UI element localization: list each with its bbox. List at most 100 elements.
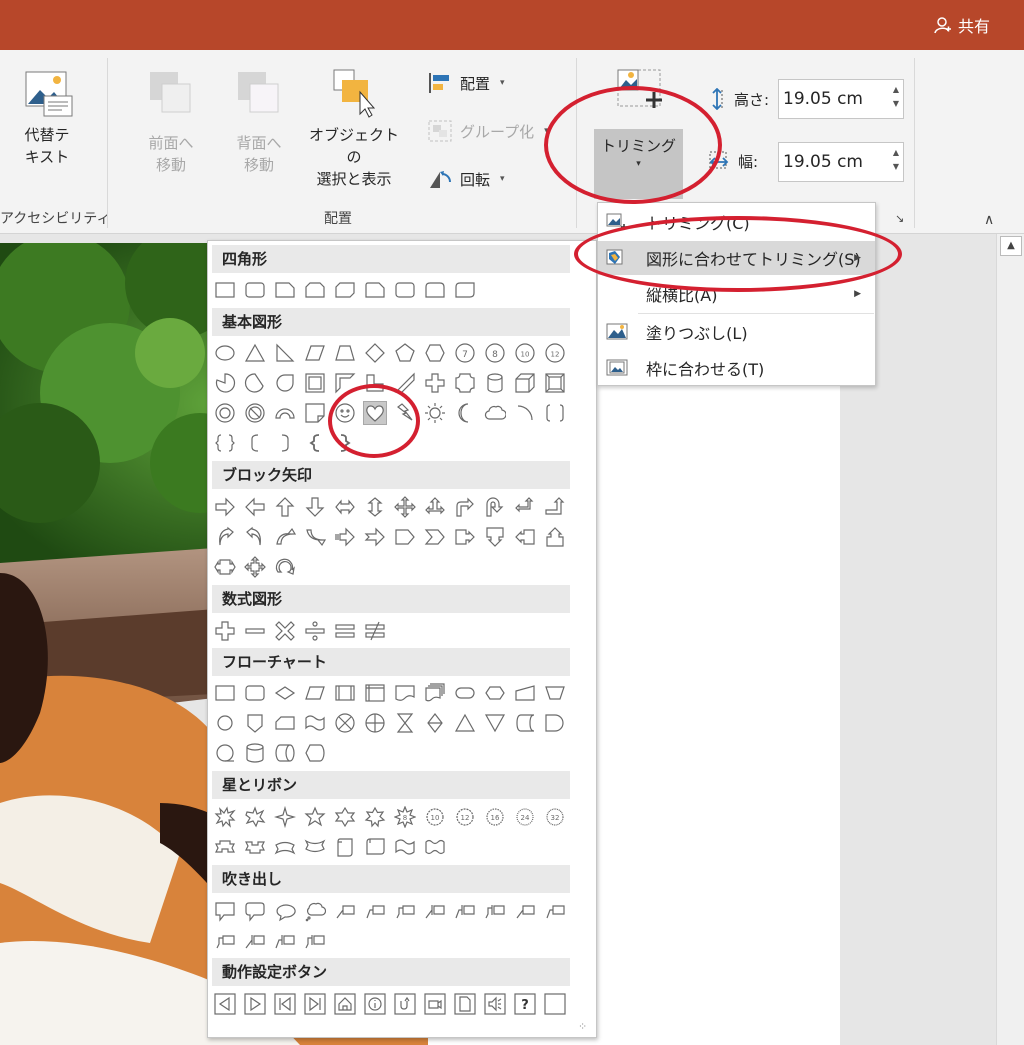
shape-action-button-sound[interactable]: [484, 993, 506, 1015]
shape-bent-arrow[interactable]: [454, 496, 476, 518]
shape-can[interactable]: [484, 372, 506, 394]
shape-curved-down-arrow[interactable]: [304, 526, 326, 548]
shape-plaque[interactable]: [454, 372, 476, 394]
shape-action-button-beginning[interactable]: [274, 993, 296, 1015]
shape-cloud-callout[interactable]: [304, 900, 326, 922]
send-backward-button[interactable]: 背面へ 移動: [222, 132, 296, 176]
shape-ribbon-down[interactable]: [244, 836, 266, 858]
shape-rounded-rectangular-callout[interactable]: [244, 900, 266, 922]
shape-explosion-1[interactable]: [214, 806, 236, 828]
shape-up-arrow[interactable]: [274, 496, 296, 518]
shape-flowchart-manual-operation[interactable]: [544, 682, 566, 704]
shape-flowchart-alternate-process[interactable]: [244, 682, 266, 704]
shape-cross[interactable]: [424, 372, 446, 394]
shape-chord[interactable]: [244, 372, 266, 394]
shape-plus-sign[interactable]: [214, 620, 236, 642]
shape-down-arrow[interactable]: [304, 496, 326, 518]
shape-donut[interactable]: [214, 402, 236, 424]
shape-action-button-back[interactable]: [214, 993, 236, 1015]
shape-flowchart-merge[interactable]: [484, 712, 506, 734]
shape-heptagon[interactable]: 7: [454, 342, 476, 364]
shape-minus-sign[interactable]: [244, 620, 266, 642]
shape-flowchart-manual-input[interactable]: [514, 682, 536, 704]
shape-chevron[interactable]: [424, 526, 446, 548]
shape-oval-callout[interactable]: [274, 900, 296, 922]
shape-star-5-point[interactable]: [304, 806, 326, 828]
shape-curved-right-arrow[interactable]: [214, 526, 236, 548]
shape-frame[interactable]: [304, 372, 326, 394]
shape-ribbon-up[interactable]: [214, 836, 236, 858]
shape-line-callout-3-border[interactable]: [214, 930, 236, 952]
shape-flowchart-display[interactable]: [304, 742, 326, 764]
size-dialog-launcher[interactable]: ↘: [895, 212, 904, 225]
shape-flowchart-multidocument[interactable]: [424, 682, 446, 704]
shape-cloud[interactable]: [484, 402, 506, 424]
shape-star-32-point[interactable]: 32: [544, 806, 566, 828]
shape-line-callout-2-accent-bar[interactable]: [454, 900, 476, 922]
resize-grip-icon[interactable]: ⁘: [578, 1020, 587, 1033]
shape-right-bracket[interactable]: [274, 432, 296, 454]
shape-cube[interactable]: [514, 372, 536, 394]
group-button[interactable]: グループ化 ▾: [428, 120, 549, 142]
shape-not-equal-sign[interactable]: [364, 620, 386, 642]
shape-double-bracket[interactable]: [544, 402, 566, 424]
shape-snip-corner-rectangle[interactable]: [274, 279, 296, 301]
shape-flowchart-card[interactable]: [274, 712, 296, 734]
alt-text-button[interactable]: 代替テ キスト: [14, 124, 80, 168]
selection-pane-button[interactable]: オブジェクトの 選択と表示: [306, 124, 402, 190]
shape-curved-ribbon-down[interactable]: [304, 836, 326, 858]
shape-flowchart-direct-access-storage[interactable]: [274, 742, 296, 764]
shape-snip-diagonal-rectangle[interactable]: [334, 279, 356, 301]
shape-curved-up-arrow[interactable]: [274, 526, 296, 548]
shape-snip-same-side-rectangle[interactable]: [304, 279, 326, 301]
rotate-button[interactable]: 回転 ▾: [428, 168, 505, 190]
shape-flowchart-delay[interactable]: [544, 712, 566, 734]
shape-arc[interactable]: [514, 402, 536, 424]
scroll-up-button[interactable]: ▲: [1000, 236, 1022, 256]
share-button[interactable]: 共有: [934, 13, 990, 37]
vertical-scrollbar[interactable]: [996, 234, 1024, 1045]
shape-line-callout-2-accent-border[interactable]: [274, 930, 296, 952]
shape-left-right-arrow-callout[interactable]: [214, 556, 236, 578]
shape-flowchart-summing-junction[interactable]: [334, 712, 356, 734]
shape-star-16-point[interactable]: 16: [484, 806, 506, 828]
shape-line-callout-2[interactable]: [364, 900, 386, 922]
shape-equal-sign[interactable]: [334, 620, 356, 642]
shape-star-24-point[interactable]: 24: [514, 806, 536, 828]
shape-circular-arrow[interactable]: [274, 556, 296, 578]
shape-decagon[interactable]: 10: [514, 342, 536, 364]
shape-wave[interactable]: [394, 836, 416, 858]
shape-rectangular-callout[interactable]: [214, 900, 236, 922]
shape-right-arrow[interactable]: [214, 496, 236, 518]
shape-star-4-point[interactable]: [274, 806, 296, 828]
shape-snip-round-rectangle[interactable]: [364, 279, 386, 301]
shape-action-button-end[interactable]: [304, 993, 326, 1015]
shape-parallelogram[interactable]: [304, 342, 326, 364]
shape-action-button-information[interactable]: [364, 993, 386, 1015]
shape-action-button-forward[interactable]: [244, 993, 266, 1015]
shape-pentagon-arrow[interactable]: [394, 526, 416, 548]
shape-flowchart-internal-storage[interactable]: [364, 682, 386, 704]
shape-quad-arrow[interactable]: [394, 496, 416, 518]
shape-multiply-sign[interactable]: [274, 620, 296, 642]
shape-u-turn-arrow[interactable]: [484, 496, 506, 518]
shape-down-arrow-callout[interactable]: [484, 526, 506, 548]
shape-star-8-point[interactable]: 8: [394, 806, 416, 828]
shape-no-symbol[interactable]: [244, 402, 266, 424]
align-button[interactable]: 配置 ▾: [428, 72, 505, 94]
shape-line-callout-1-accent-border[interactable]: [244, 930, 266, 952]
shape-action-button-document[interactable]: [454, 993, 476, 1015]
shape-star-10-point[interactable]: 10: [424, 806, 446, 828]
shape-star-12-point[interactable]: 12: [454, 806, 476, 828]
shape-action-button-home[interactable]: [334, 993, 356, 1015]
height-input[interactable]: 19.05 cm ▲ ▼: [778, 79, 904, 119]
shape-folded-corner[interactable]: [304, 402, 326, 424]
shape-line-callout-3[interactable]: [394, 900, 416, 922]
shape-left-arrow-callout[interactable]: [514, 526, 536, 548]
shape-diamond[interactable]: [364, 342, 386, 364]
shape-triangle[interactable]: [244, 342, 266, 364]
shape-action-button-movie[interactable]: [424, 993, 446, 1015]
shape-flowchart-decision[interactable]: [274, 682, 296, 704]
shape-flowchart-predefined-process[interactable]: [334, 682, 356, 704]
menu-item-fill[interactable]: 塗りつぶし(L): [598, 315, 875, 349]
